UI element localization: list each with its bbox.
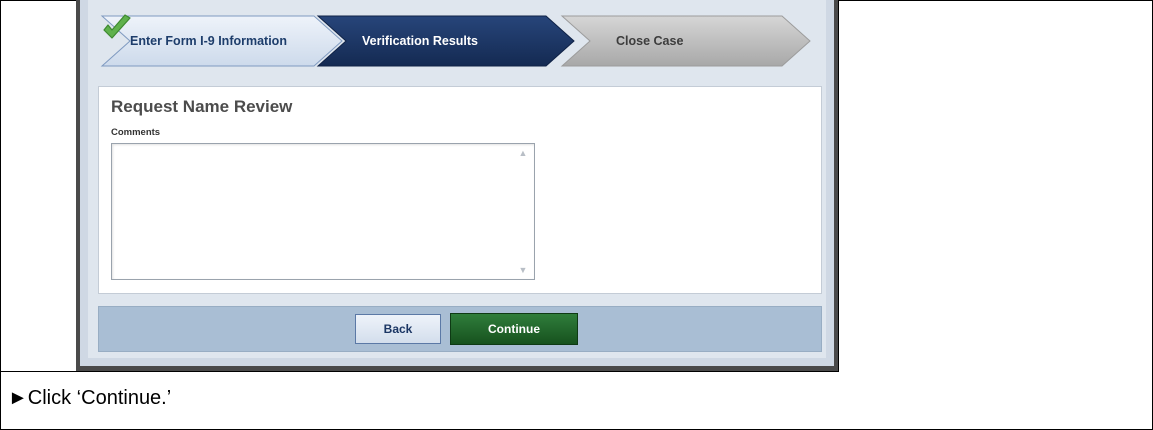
back-button[interactable]: Back xyxy=(355,314,441,344)
frame-divider-horizontal xyxy=(0,371,839,372)
frame-divider-vertical xyxy=(838,0,839,371)
step-verification-results-label[interactable]: Verification Results xyxy=(362,34,478,48)
step-enter-form-label[interactable]: Enter Form I-9 Information xyxy=(130,34,287,48)
screenshot-panel: Enter Form I-9 Information Verification … xyxy=(76,0,838,371)
panel-title: Request Name Review xyxy=(111,97,293,116)
comments-label: Comments xyxy=(111,127,161,138)
button-bar: Back Continue xyxy=(98,306,822,352)
comments-textarea[interactable] xyxy=(111,143,535,280)
progress-steps: Enter Form I-9 Information Verification … xyxy=(100,14,812,68)
instruction-text: ►Click ‘Continue.’ xyxy=(8,387,172,409)
checkmark-icon xyxy=(103,14,131,39)
request-name-review-panel: Request Name Review Comments ▲ ▼ xyxy=(98,86,822,294)
form-container: Enter Form I-9 Information Verification … xyxy=(88,0,826,358)
continue-button[interactable]: Continue xyxy=(450,313,578,345)
step-upcoming-shape xyxy=(560,15,811,67)
step-close-case-label[interactable]: Close Case xyxy=(616,34,683,48)
